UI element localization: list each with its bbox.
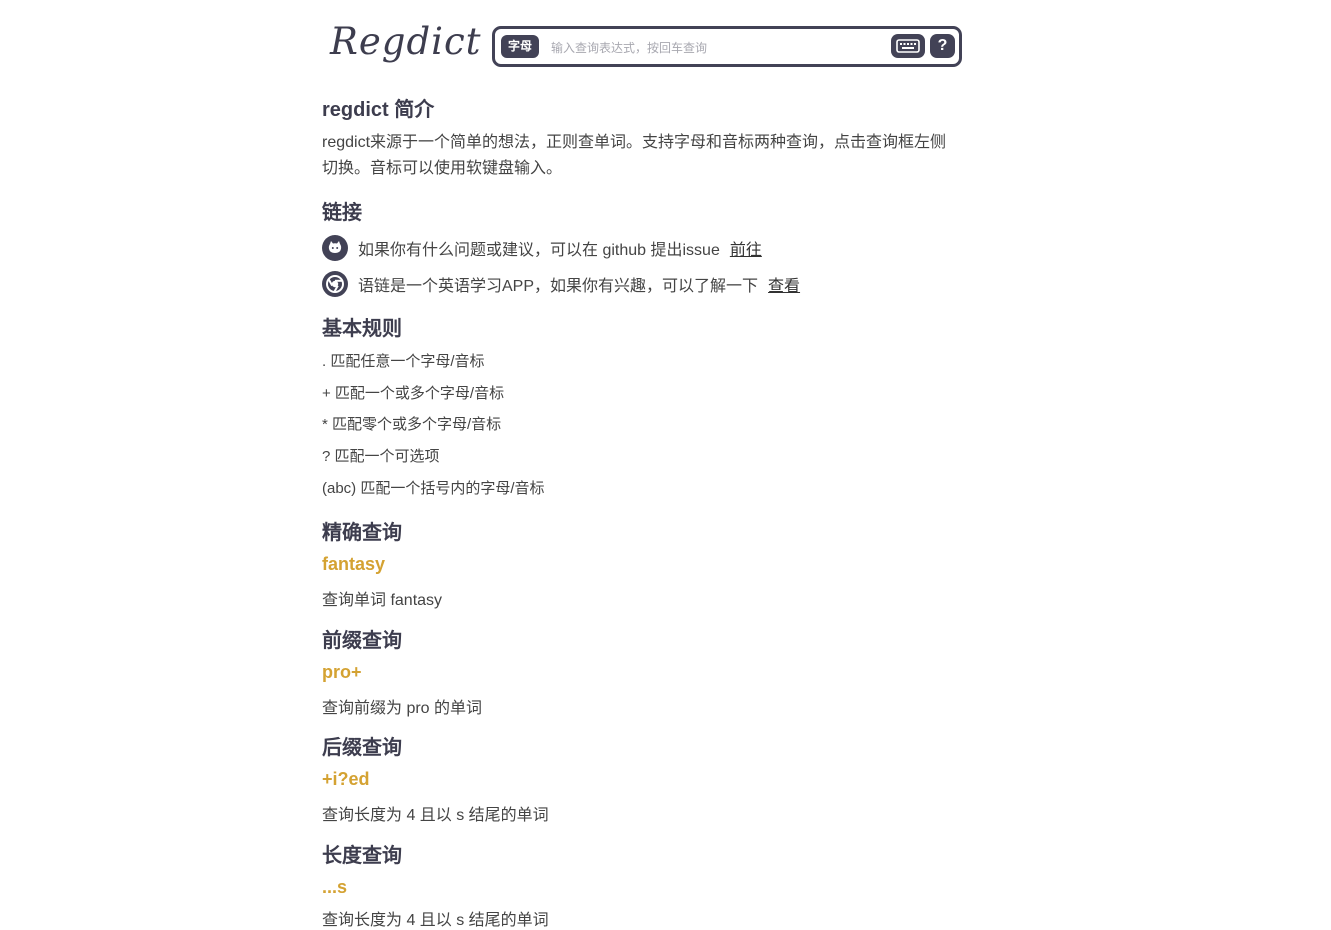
chrome-icon [322,271,348,297]
help-button[interactable]: ? [930,34,955,58]
keyboard-icon [896,39,920,53]
rule-item: . 匹配任意一个字母/音标 [322,353,485,370]
search-box: 字母 ? [492,26,962,67]
desc-exact: 查询单词 fantasy [322,592,443,609]
link-item-app: 语链是一个英语学习APP，如果你有兴趣，可以了解一下 查看 [322,270,800,298]
section-title-prefix: 前缀查询 [322,630,402,652]
mode-toggle-button[interactable]: 字母 [501,35,540,58]
main-page: Regdict 字母 ? regdict 简介 regdict来源于一个简单的想… [322,0,962,929]
rule-item: * 匹配零个或多个字母/音标 [322,416,502,433]
example-prefix[interactable]: pro+ [322,662,362,683]
example-length[interactable]: ...s [322,877,347,898]
link-item-github: 如果你有什么问题或建议，可以在 github 提出issue 前往 [322,234,762,262]
intro-text: regdict来源于一个简单的想法，正则查单词。支持字母和音标两种查询，点击查询… [322,134,947,177]
rule-item: ? 匹配一个可选项 [322,448,440,465]
link-text: 如果你有什么问题或建议，可以在 github 提出issue [358,242,720,259]
desc-suffix: 查询长度为 4 且以 s 结尾的单词 [322,807,549,824]
link-text: 语链是一个英语学习APP，如果你有兴趣，可以了解一下 [358,278,759,295]
rules-title: 基本规则 [322,318,402,340]
goto-link[interactable]: 前往 [730,236,762,260]
rule-item: + 匹配一个或多个字母/音标 [322,385,505,402]
rule-item: (abc) 匹配一个括号内的字母/音标 [322,480,545,497]
search-input[interactable] [549,34,883,61]
view-link[interactable]: 查看 [768,272,800,296]
links-title: 链接 [322,202,362,224]
header: Regdict 字母 ? [322,0,962,88]
example-exact[interactable]: fantasy [322,554,385,575]
keyboard-button[interactable] [891,34,925,58]
desc-length: 查询长度为 4 且以 s 结尾的单词 [322,912,549,929]
github-icon [322,235,348,261]
section-title-exact: 精确查询 [322,522,402,544]
example-suffix[interactable]: +i?ed [322,769,370,790]
desc-prefix: 查询前缀为 pro 的单词 [322,700,483,717]
section-title-length: 长度查询 [322,845,402,867]
intro-title: regdict 简介 [322,99,435,121]
section-title-suffix: 后缀查询 [322,737,402,759]
logo[interactable]: Regdict [330,20,482,63]
